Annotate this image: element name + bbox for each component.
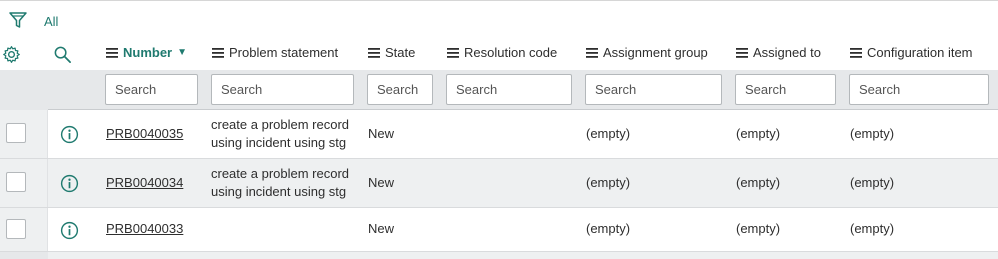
search-input-number[interactable]: Search [105, 74, 198, 105]
cell-state: New [368, 175, 395, 190]
hamburger-menu-icon[interactable] [586, 47, 598, 58]
hamburger-menu-icon[interactable] [736, 47, 748, 58]
info-icon[interactable] [60, 221, 79, 240]
row-select-cell [0, 159, 48, 207]
row-select-cell [0, 252, 48, 259]
row-checkbox[interactable] [6, 219, 26, 239]
cell-assignment-group: (empty) [586, 221, 631, 236]
cell-assignment-group: (empty) [586, 126, 631, 141]
hamburger-menu-icon[interactable] [368, 47, 380, 58]
column-header-row: Number ▼ Problem statement State Resolut… [0, 38, 998, 70]
row-checkbox[interactable] [6, 123, 26, 143]
info-icon[interactable] [60, 174, 79, 193]
row-checkbox[interactable] [6, 172, 26, 192]
filter-breadcrumb-all[interactable]: All [44, 14, 58, 29]
column-header-problem-statement[interactable]: Problem statement [212, 45, 338, 60]
column-header-assignment-group[interactable]: Assignment group [586, 45, 708, 60]
cell-configuration-item: (empty) [850, 126, 895, 141]
cell-assigned-to: (empty) [736, 175, 781, 190]
column-header-assigned-to[interactable]: Assigned to [736, 45, 821, 60]
search-input-resolution-code[interactable]: Search [446, 74, 572, 105]
cell-assignment-group: (empty) [586, 175, 631, 190]
hamburger-menu-icon[interactable] [106, 47, 118, 58]
column-header-state[interactable]: State [368, 45, 415, 60]
column-label-problem-statement[interactable]: Problem statement [229, 45, 338, 60]
row-select-cell [0, 110, 48, 158]
record-number-link[interactable]: PRB0040035 [106, 126, 183, 141]
hamburger-menu-icon[interactable] [850, 47, 862, 58]
search-input-assignment-group[interactable]: Search [585, 74, 722, 105]
record-number-link[interactable]: PRB0040034 [106, 175, 183, 190]
column-label-assigned-to[interactable]: Assigned to [753, 45, 821, 60]
table-row: PRB0040035 create a problem record using… [0, 110, 998, 159]
column-search-row: Search Search Search Search Search Searc… [0, 70, 998, 110]
column-header-number[interactable]: Number ▼ [106, 45, 187, 60]
table-row: PRB0040034 create a problem record using… [0, 159, 998, 208]
cell-problem-statement: create a problem record using incident u… [211, 166, 350, 199]
column-label-number[interactable]: Number [123, 45, 172, 60]
search-input-configuration-item[interactable]: Search [849, 74, 989, 105]
search-input-state[interactable]: Search [367, 74, 433, 105]
cell-assigned-to: (empty) [736, 126, 781, 141]
funnel-icon[interactable] [8, 10, 28, 30]
search-row-gutter [0, 70, 48, 110]
hamburger-menu-icon[interactable] [447, 47, 459, 58]
cell-state: New [368, 126, 395, 141]
hamburger-menu-icon[interactable] [212, 47, 224, 58]
info-icon[interactable] [60, 125, 79, 144]
column-label-resolution-code[interactable]: Resolution code [464, 45, 557, 60]
cell-problem-statement: create a problem record using incident u… [211, 117, 350, 150]
table-row: PRB0040033 New (empty) (empty) (empty) [0, 208, 998, 252]
column-label-configuration-item[interactable]: Configuration item [867, 45, 973, 60]
cell-configuration-item: (empty) [850, 221, 895, 236]
column-header-configuration-item[interactable]: Configuration item [850, 45, 973, 60]
column-label-state[interactable]: State [385, 45, 415, 60]
list-filter-bar: All [0, 0, 998, 38]
cell-assigned-to: (empty) [736, 221, 781, 236]
search-input-problem-statement[interactable]: Search [211, 74, 354, 105]
cell-configuration-item: (empty) [850, 175, 895, 190]
next-row-edge [0, 252, 998, 259]
search-input-assigned-to[interactable]: Search [735, 74, 836, 105]
sort-descending-icon[interactable]: ▼ [177, 47, 187, 58]
cell-state: New [368, 221, 395, 236]
row-select-cell [0, 208, 48, 251]
column-label-assignment-group[interactable]: Assignment group [603, 45, 708, 60]
column-header-resolution-code[interactable]: Resolution code [447, 45, 557, 60]
record-number-link[interactable]: PRB0040033 [106, 221, 183, 236]
